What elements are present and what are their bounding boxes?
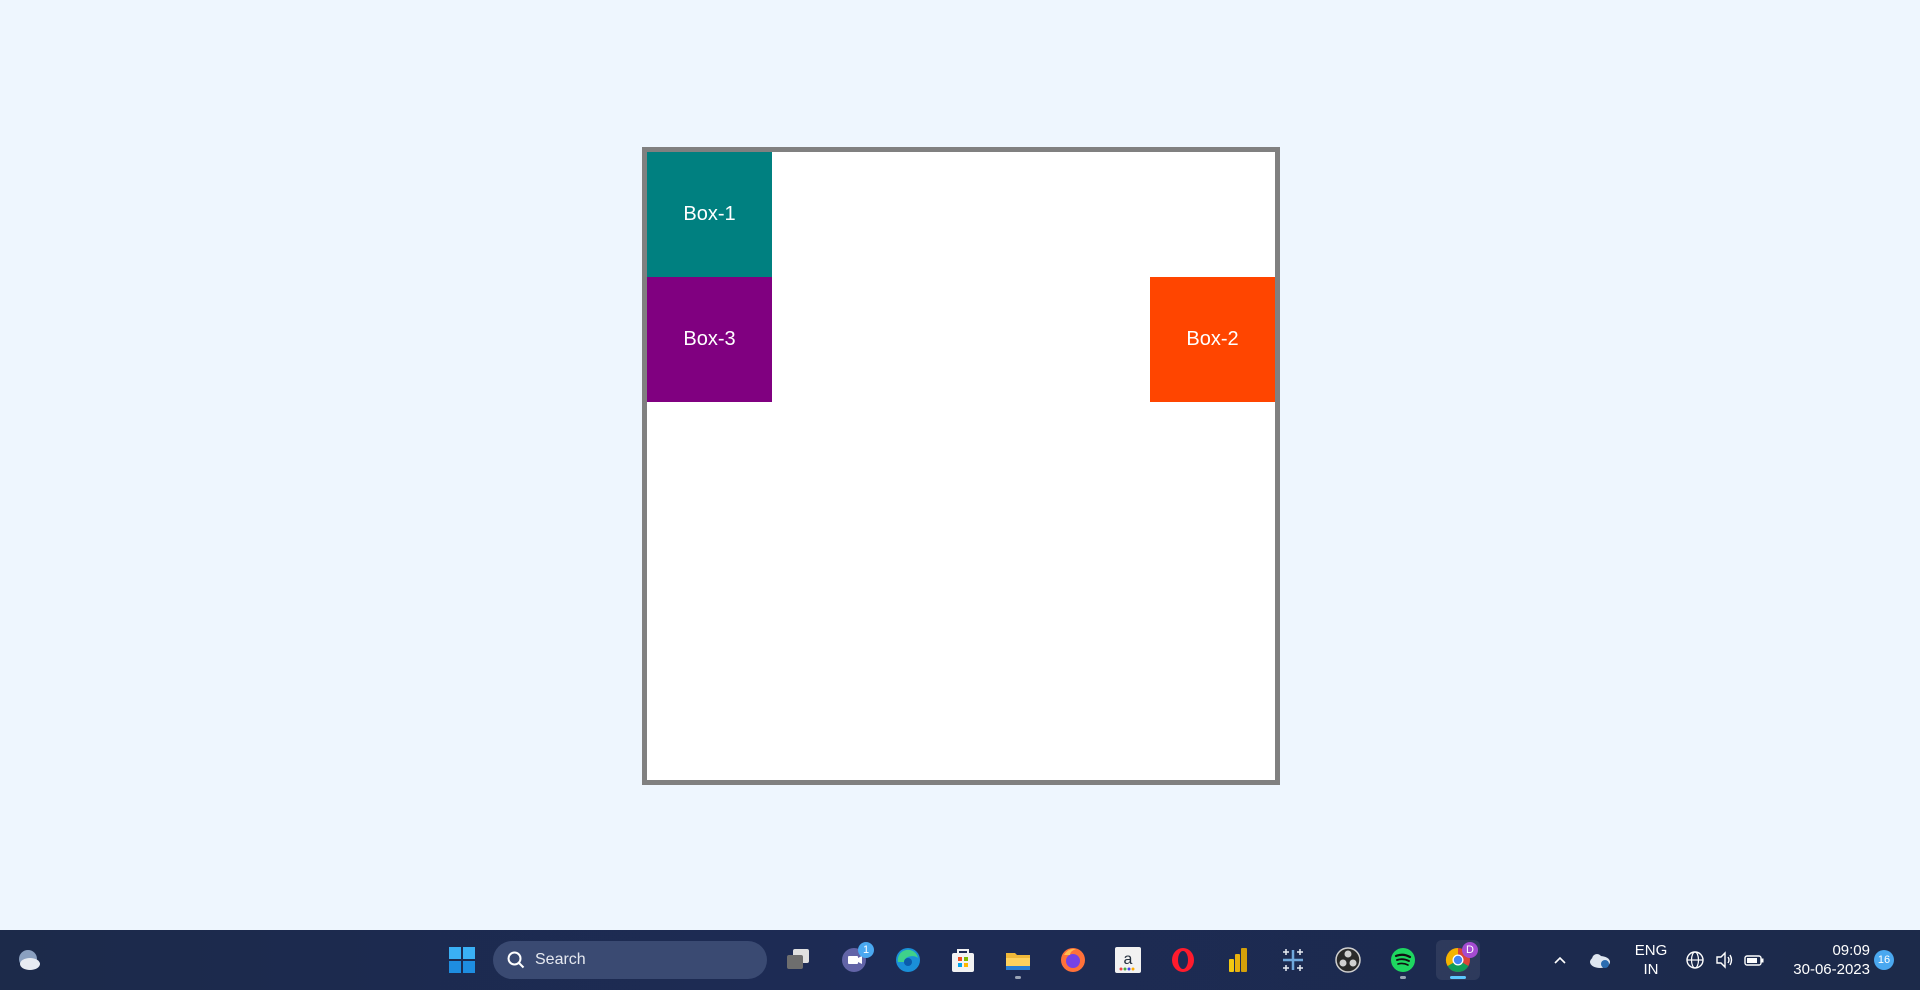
language-indicator[interactable]: ENG IN (1628, 941, 1674, 979)
notification-count-badge[interactable]: 16 (1874, 950, 1894, 970)
quick-settings-button[interactable] (1680, 940, 1770, 980)
weather-widget[interactable] (6, 940, 50, 980)
onedrive-cloud-icon (1590, 954, 1610, 968)
spotify-button[interactable] (1381, 940, 1425, 980)
power-bi-icon (1229, 948, 1247, 972)
amazon-button[interactable]: a (1106, 940, 1150, 980)
volume-icon (1716, 951, 1733, 969)
battery-icon (1744, 955, 1764, 966)
clock-date: 30-06-2023 (1793, 961, 1870, 978)
taskbar-search-box[interactable]: Search (493, 941, 767, 979)
svg-text:a: a (1124, 951, 1133, 968)
flex-container: Box-1 Box-3 Box-2 (642, 147, 1280, 785)
file-explorer-icon (1006, 953, 1030, 970)
file-explorer-button[interactable] (996, 940, 1040, 980)
tableau-icon (1283, 949, 1303, 971)
teams-meet-button[interactable]: 1 (832, 940, 876, 980)
clock-time: 09:09 (1832, 942, 1870, 959)
microsoft-store-icon (952, 949, 974, 972)
browser-viewport: Box-1 Box-3 Box-2 (0, 0, 1920, 930)
search-label: Search (535, 951, 586, 968)
box-1-label: Box-1 (683, 203, 736, 225)
opera-button[interactable] (1161, 940, 1205, 980)
firefox-icon (1061, 948, 1085, 972)
box-3: Box-3 (647, 277, 772, 402)
onedrive-tray-button[interactable] (1580, 940, 1620, 980)
taskbar: Search 1 a D ENG IN 09:09 30-06-2023 16 (0, 930, 1920, 990)
start-button[interactable] (440, 940, 484, 980)
opera-icon (1172, 948, 1194, 972)
store-button[interactable] (941, 940, 985, 980)
firefox-button[interactable] (1051, 940, 1095, 980)
power-bi-button[interactable] (1216, 940, 1260, 980)
box-2: Box-2 (1150, 277, 1275, 402)
running-indicator (1015, 976, 1021, 979)
running-indicator (1400, 976, 1406, 979)
teams-badge: 1 (858, 942, 874, 958)
edge-icon (896, 948, 920, 972)
box-3-label: Box-3 (683, 328, 736, 350)
show-hidden-icons-button[interactable] (1540, 940, 1580, 980)
network-globe-icon (1686, 951, 1704, 969)
box-1: Box-1 (647, 152, 772, 277)
obs-icon (1335, 947, 1361, 973)
weather-cloud-icon (19, 950, 40, 970)
edge-button[interactable] (886, 940, 930, 980)
box-2-label: Box-2 (1186, 328, 1239, 350)
obs-button[interactable] (1326, 940, 1370, 980)
windows-start-icon (449, 947, 475, 973)
language-code: ENG (1634, 942, 1668, 959)
amazon-icon: a (1115, 947, 1141, 973)
clock[interactable]: 09:09 30-06-2023 (1780, 941, 1870, 979)
spotify-icon (1391, 948, 1415, 972)
search-icon (507, 951, 525, 969)
chrome-button[interactable]: D (1436, 940, 1480, 980)
task-view-button[interactable] (776, 940, 820, 980)
active-indicator (1450, 976, 1466, 979)
tableau-button[interactable] (1271, 940, 1315, 980)
task-view-icon (787, 949, 809, 969)
region-code: IN (1643, 961, 1659, 978)
chevron-up-icon (1554, 956, 1566, 964)
chrome-profile-badge: D (1462, 942, 1478, 958)
